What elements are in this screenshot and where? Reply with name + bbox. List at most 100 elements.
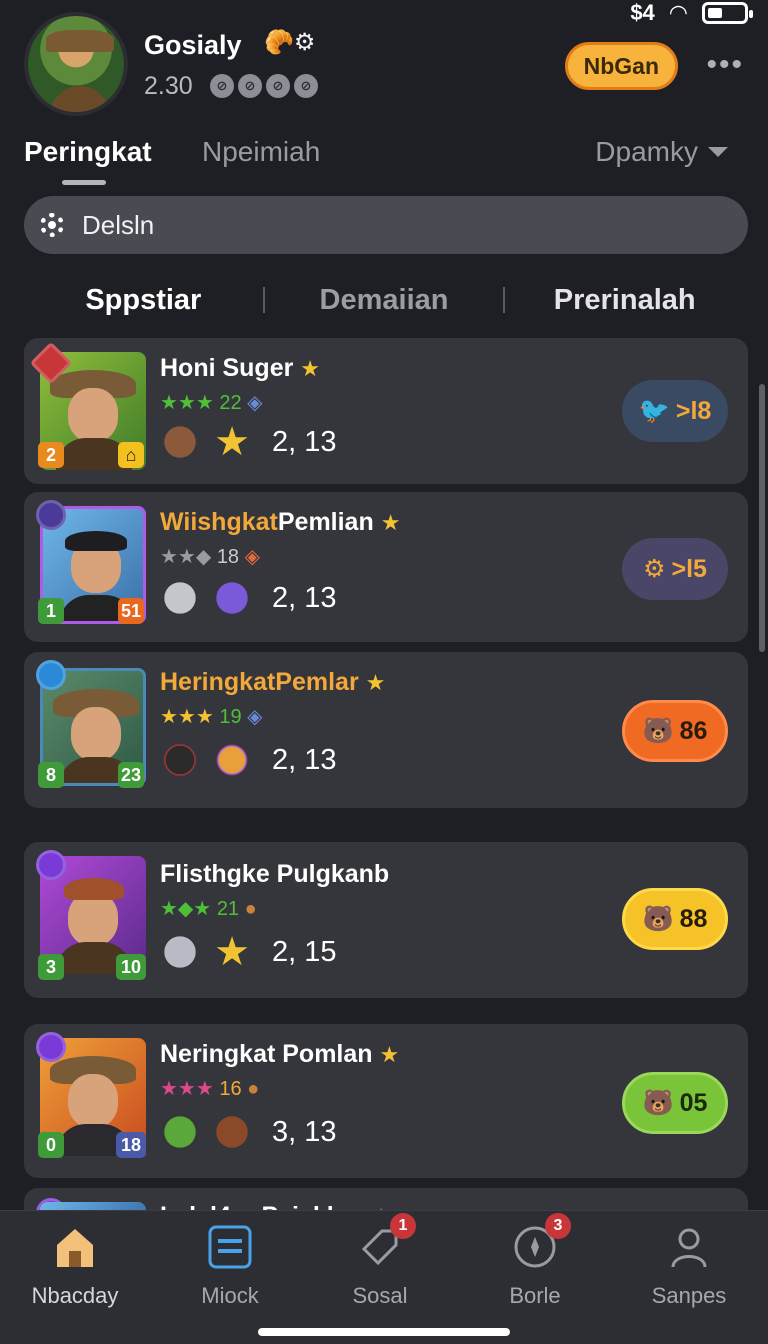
nav-item-sosal[interactable]: 1 Sosal <box>305 1213 455 1309</box>
star-icon: ★ <box>365 670 386 695</box>
stats-row: ★ 2, 15 <box>160 932 337 972</box>
chevron-down-icon <box>708 147 728 157</box>
list-item[interactable]: 8 23 HeringkatPemlar ★ ★★★ 19 ◈ 2, 13 🐻 … <box>24 652 748 808</box>
rating-count: 19 <box>219 706 242 728</box>
nav-item-borle[interactable]: 3 Borle <box>460 1213 610 1309</box>
tab-npeimiah[interactable]: Npeimiah <box>202 136 320 168</box>
subtab-prerinalah[interactable]: Prerinalah <box>505 284 744 317</box>
player-name-text: Neringkat Pomlan <box>160 1040 373 1068</box>
username: Gosialy <box>144 30 242 60</box>
dot-badge-icon: ⊘ <box>266 74 290 98</box>
tag-icon: 1 <box>356 1213 416 1271</box>
list-item[interactable]: 0 18 Neringkat Pomlan ★ ★★★ 16 ● 3, 13 🐻… <box>24 1024 748 1178</box>
player-name-prefix: HeringkatPemlar <box>160 668 359 696</box>
list-item[interactable]: 3 10 Flisthgke Pulgkanb ★◆★ 21 ● ★ 2, 15… <box>24 842 748 998</box>
action-button[interactable]: NbGan <box>564 42 678 90</box>
bear-icon: 🐻 <box>642 904 674 933</box>
player-name: Honi Suger ★ <box>160 354 320 383</box>
creature-icon <box>160 932 200 972</box>
player-name: WiishgkatPemlian ★ <box>160 508 400 537</box>
nav-item-home[interactable]: Nbacday <box>0 1223 150 1309</box>
list-item[interactable]: 2 ⌂ Honi Suger ★ ★★★ 22 ◈ ★ 2, 13 🐦 >l8 <box>24 338 748 484</box>
gear-icon <box>40 213 64 237</box>
rating-row: ★★★ 16 ● <box>160 1076 259 1101</box>
tab-dropdown[interactable]: Dpamky <box>595 136 728 168</box>
level-badge: 2 <box>38 442 64 468</box>
portrait-face <box>68 892 118 946</box>
creature-icon <box>160 422 200 462</box>
rating-count: 22 <box>219 392 242 414</box>
nav-item-sanpes[interactable]: Sanpes <box>614 1223 764 1309</box>
portrait-hair <box>64 878 124 900</box>
rating-row: ★◆★ 21 ● <box>160 896 257 921</box>
dot-badge-icon: ⊘ <box>238 74 262 98</box>
stats-row: 3, 13 <box>160 1112 337 1152</box>
player-name-prefix: Wiishgkat <box>160 508 278 536</box>
star-icon: ★ <box>379 1042 400 1067</box>
reward-pill[interactable]: 🐻 88 <box>622 888 728 950</box>
portrait-face <box>68 1074 118 1128</box>
reward-pill[interactable]: ⚙ >l5 <box>622 538 728 600</box>
nav-label: Sosal <box>352 1283 408 1308</box>
reward-value: 05 <box>679 1088 708 1117</box>
creature-icon <box>212 578 252 618</box>
player-name: Flisthgke Pulgkanb <box>160 860 389 889</box>
nav-item-miock[interactable]: Miock <box>155 1223 305 1309</box>
profile-icon <box>665 1223 713 1271</box>
player-name-text: Flisthgke Pulgkanb <box>160 860 390 888</box>
reward-value: 88 <box>679 904 708 933</box>
tab-peringkat[interactable]: Peringkat <box>24 136 152 168</box>
subtab-demaiian[interactable]: Demaiian <box>265 284 504 317</box>
player-name: Neringkat Pomlan ★ <box>160 1040 399 1069</box>
shield-icon: ◈ <box>247 706 263 728</box>
rank-gem-icon <box>36 500 66 530</box>
nav-label: Nbacday <box>31 1283 119 1308</box>
stat-value: 2, 15 <box>272 935 337 968</box>
rating-stars: ★◆★ <box>160 898 212 920</box>
dot-badge-icon: ⊘ <box>294 74 318 98</box>
reward-value: >l8 <box>675 396 712 425</box>
scrollbar[interactable] <box>759 384 765 652</box>
rank-gem-icon <box>36 1032 66 1062</box>
tab-indicator <box>62 180 106 185</box>
level-badge: 3 <box>38 954 64 980</box>
star-icon: ★ <box>214 420 250 464</box>
search-bar[interactable]: Delsln <box>24 196 748 254</box>
rating-stars: ★★★ <box>160 706 214 728</box>
creature-icon <box>160 1112 200 1152</box>
rating-stars: ★★◆ <box>160 546 212 568</box>
bottom-nav: Nbacday Miock 1 Sosal 3 Borle Sanpes <box>0 1210 768 1344</box>
creature-icon <box>212 740 252 780</box>
level-badge: 1 <box>38 598 64 624</box>
class-badge: ⌂ <box>118 442 144 468</box>
reward-value: 86 <box>679 716 708 745</box>
tab-dropdown-label: Dpamky <box>595 136 698 167</box>
reward-pill[interactable]: 🐻 86 <box>622 700 728 762</box>
compass-icon: 3 <box>511 1213 571 1271</box>
menu-icon <box>206 1223 254 1271</box>
rank-gem-icon <box>36 660 66 690</box>
more-options-icon[interactable]: ••• <box>706 48 744 82</box>
rating-count: 21 <box>216 898 240 920</box>
bear-icon: 🐻 <box>642 1088 674 1117</box>
list-item[interactable]: 1 51 WiishgkatPemlian ★ ★★◆ 18 ◈ 2, 13 ⚙… <box>24 492 748 642</box>
class-badge: 10 <box>116 954 146 980</box>
nav-label: Borle <box>509 1283 561 1308</box>
reward-pill[interactable]: 🐻 05 <box>622 1072 728 1134</box>
player-name-text: Pemlian <box>277 508 374 536</box>
avatar[interactable] <box>24 12 128 116</box>
level-badge: 0 <box>38 1132 64 1158</box>
subtab-sppstiar[interactable]: Sppstiar <box>24 284 263 317</box>
reward-pill[interactable]: 🐦 >l8 <box>622 380 728 442</box>
creature-icon <box>160 578 200 618</box>
portrait-face <box>68 388 118 442</box>
search-text: Delsln <box>82 209 155 240</box>
rating-row: ★★★ 19 ◈ <box>160 704 263 729</box>
rating-count: 18 <box>216 546 240 568</box>
score-dots: ⊘ ⊘ ⊘ ⊘ <box>210 74 318 98</box>
dot-badge-icon: ⊘ <box>210 74 234 98</box>
level-badge: 8 <box>38 762 64 788</box>
home-icon <box>51 1223 99 1271</box>
home-indicator[interactable] <box>258 1328 510 1336</box>
nav-label: Sanpes <box>651 1283 727 1308</box>
